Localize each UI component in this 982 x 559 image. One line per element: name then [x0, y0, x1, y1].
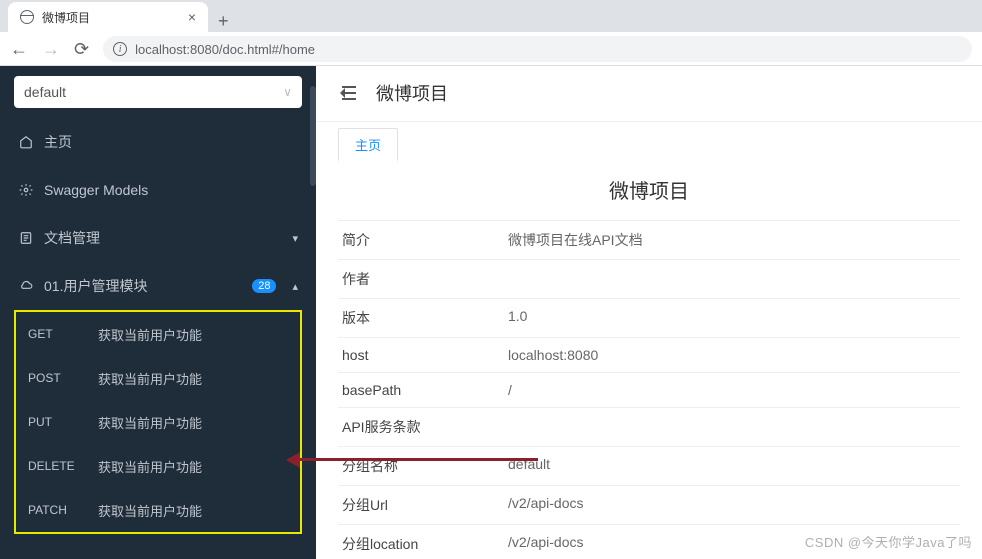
method-badge: GET — [28, 327, 80, 341]
chevron-down-icon: ∨ — [283, 85, 292, 99]
app-container: default ∨ 主页 Swagger Models 文档管理 ▾ — [0, 66, 982, 559]
api-item-patch[interactable]: PATCH 获取当前用户功能 — [16, 488, 300, 532]
site-info-icon[interactable]: i — [113, 42, 127, 56]
browser-chrome: 微博项目 × + ← → ⟳ i localhost:8080/doc.html… — [0, 0, 982, 66]
api-item-post[interactable]: POST 获取当前用户功能 — [16, 356, 300, 400]
home-icon — [18, 134, 34, 150]
models-icon — [18, 182, 34, 198]
info-row: API服务条款 — [338, 407, 960, 446]
api-item-delete[interactable]: DELETE 获取当前用户功能 — [16, 444, 300, 488]
tab-title: 微博项目 — [42, 9, 90, 26]
info-row: 作者 — [338, 259, 960, 298]
info-value: 微博项目在线API文档 — [508, 230, 643, 250]
info-label: 分组Url — [338, 495, 508, 515]
info-value: / — [508, 382, 512, 398]
url-bar[interactable]: i localhost:8080/doc.html#/home — [103, 36, 972, 62]
sidebar-item-label: 01.用户管理模块 — [44, 276, 147, 296]
method-badge: DELETE — [28, 459, 80, 473]
group-selector[interactable]: default ∨ — [14, 76, 302, 108]
sidebar: default ∨ 主页 Swagger Models 文档管理 ▾ — [0, 66, 316, 559]
new-tab-button[interactable]: + — [208, 11, 239, 32]
api-name: 获取当前用户功能 — [98, 369, 202, 388]
info-label: 分组location — [338, 534, 508, 554]
tab-label: 主页 — [355, 138, 381, 153]
info-label: 版本 — [338, 308, 508, 328]
info-row: 简介微博项目在线API文档 — [338, 220, 960, 259]
annotation-arrow — [288, 458, 538, 461]
count-badge: 28 — [252, 279, 276, 293]
tab-home[interactable]: 主页 — [338, 128, 398, 161]
docs-icon — [18, 230, 34, 246]
tabs-row: 主页 — [316, 122, 982, 161]
info-label: 作者 — [338, 269, 508, 289]
api-name: 获取当前用户功能 — [98, 413, 202, 432]
info-row: basePath/ — [338, 372, 960, 407]
api-list-highlighted: GET 获取当前用户功能 POST 获取当前用户功能 PUT 获取当前用户功能 … — [14, 310, 302, 534]
page-title: 微博项目 — [338, 175, 960, 204]
back-button[interactable]: ← — [10, 39, 28, 60]
cloud-icon — [18, 278, 34, 294]
info-row: 分组名称default — [338, 446, 960, 485]
info-label: host — [338, 347, 508, 363]
api-item-put[interactable]: PUT 获取当前用户功能 — [16, 400, 300, 444]
info-value: localhost:8080 — [508, 347, 598, 363]
info-row: 版本1.0 — [338, 298, 960, 337]
sidebar-item-home[interactable]: 主页 — [0, 118, 316, 166]
info-value: /v2/api-docs — [508, 534, 583, 554]
sidebar-item-label: Swagger Models — [44, 182, 148, 198]
info-value: /v2/api-docs — [508, 495, 583, 515]
info-row: 分组Url/v2/api-docs — [338, 485, 960, 524]
sidebar-item-docs[interactable]: 文档管理 ▾ — [0, 214, 316, 262]
globe-icon — [20, 10, 34, 24]
info-value: 1.0 — [508, 308, 527, 328]
info-label: basePath — [338, 382, 508, 398]
method-badge: PUT — [28, 415, 80, 429]
api-name: 获取当前用户功能 — [98, 501, 202, 520]
selector-value: default — [24, 84, 66, 100]
sidebar-item-models[interactable]: Swagger Models — [0, 166, 316, 214]
sidebar-item-label: 文档管理 — [44, 228, 100, 248]
tab-bar: 微博项目 × + — [0, 0, 982, 32]
chevron-down-icon: ▾ — [292, 232, 298, 245]
content-area: 微博项目 简介微博项目在线API文档 作者 版本1.0 hostlocalhos… — [316, 161, 982, 559]
info-label: API服务条款 — [338, 417, 508, 437]
chevron-up-icon: ▴ — [292, 280, 298, 293]
info-table: 简介微博项目在线API文档 作者 版本1.0 hostlocalhost:808… — [338, 220, 960, 559]
method-badge: PATCH — [28, 503, 80, 517]
sidebar-toggle-icon[interactable] — [338, 86, 356, 100]
main-header: 微博项目 — [316, 66, 982, 122]
reload-button[interactable]: ⟳ — [74, 39, 89, 60]
close-icon[interactable]: × — [188, 9, 196, 25]
header-title: 微博项目 — [376, 80, 448, 106]
browser-tab[interactable]: 微博项目 × — [8, 2, 208, 32]
api-name: 获取当前用户功能 — [98, 325, 202, 344]
api-item-get[interactable]: GET 获取当前用户功能 — [16, 312, 300, 356]
url-text: localhost:8080/doc.html#/home — [135, 42, 315, 57]
sidebar-item-user-module[interactable]: 01.用户管理模块 28 ▴ — [0, 262, 316, 310]
api-name: 获取当前用户功能 — [98, 457, 202, 476]
forward-button[interactable]: → — [42, 39, 60, 60]
sidebar-item-label: 主页 — [44, 132, 72, 152]
main-panel: 微博项目 主页 微博项目 简介微博项目在线API文档 作者 版本1.0 host… — [316, 66, 982, 559]
browser-toolbar: ← → ⟳ i localhost:8080/doc.html#/home — [0, 32, 982, 66]
method-badge: POST — [28, 371, 80, 385]
info-label: 简介 — [338, 230, 508, 250]
info-row: hostlocalhost:8080 — [338, 337, 960, 372]
watermark: CSDN @今天你学Java了吗 — [805, 532, 972, 551]
